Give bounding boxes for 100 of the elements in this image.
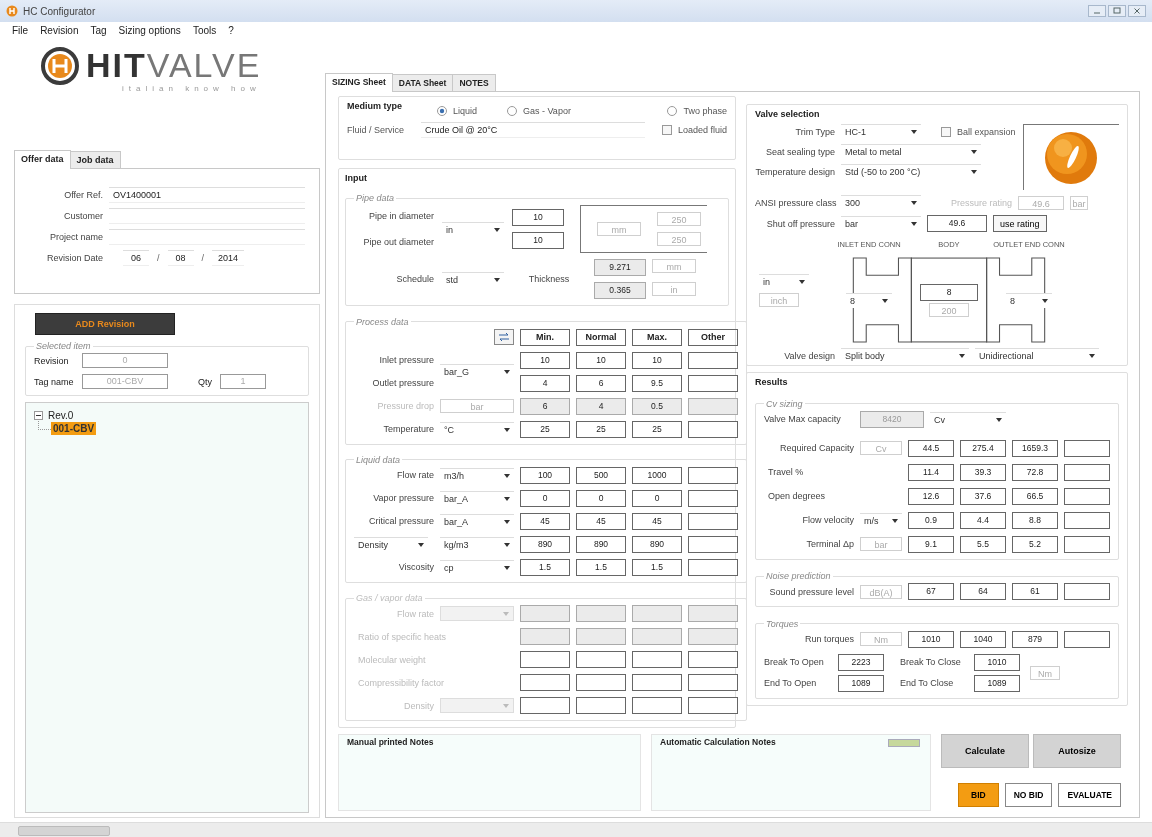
value-field[interactable]: 11.4 [908, 463, 954, 481]
value-field[interactable]: 1089 [838, 674, 884, 692]
value-field[interactable]: 45 [632, 512, 682, 530]
value-field[interactable]: 25 [576, 420, 626, 438]
radio-button[interactable]: Gas - Vapor [507, 106, 571, 116]
collapse-icon[interactable] [34, 411, 43, 420]
value-field[interactable] [688, 558, 738, 576]
value-field[interactable]: 12.6 [908, 487, 954, 505]
tab[interactable]: SIZING Sheet [325, 73, 393, 92]
value-field[interactable]: 25 [632, 420, 682, 438]
value-field[interactable]: 1010 [908, 630, 954, 648]
value-field[interactable]: 1659.3 [1012, 439, 1058, 457]
dropdown[interactable]: 8 [1006, 292, 1052, 308]
value-field[interactable]: 4 [520, 374, 570, 392]
date-field[interactable]: 06 [123, 250, 149, 266]
swap-icon[interactable] [494, 329, 514, 345]
value-field[interactable]: 500 [576, 466, 626, 484]
menu-item[interactable]: File [12, 24, 29, 36]
value-field[interactable]: 9.1 [908, 535, 954, 553]
decision-button[interactable]: BID [958, 783, 999, 807]
value-field[interactable]: 5.2 [1012, 535, 1058, 553]
checkbox[interactable]: Ball expansion [941, 126, 1016, 137]
date-field[interactable]: 2014 [212, 250, 245, 266]
value-field[interactable] [1064, 487, 1110, 505]
value-field[interactable] [688, 489, 738, 507]
decision-button[interactable]: NO BID [1004, 783, 1053, 807]
unit-dropdown[interactable]: cp [440, 559, 514, 575]
value-field[interactable] [1064, 439, 1110, 457]
tab[interactable]: NOTES [452, 74, 496, 91]
value-field[interactable]: 25 [520, 420, 570, 438]
value-field[interactable]: 66.5 [1012, 487, 1058, 505]
value-field[interactable]: 49.6 [927, 215, 987, 232]
menu-item[interactable]: Tools [192, 24, 217, 36]
unit-dropdown[interactable]: bar_A [440, 513, 514, 529]
value-field[interactable]: 6 [576, 374, 626, 392]
value-field[interactable]: 4.4 [960, 511, 1006, 529]
value-field[interactable] [688, 512, 738, 530]
value-field[interactable]: 100 [520, 466, 570, 484]
value-field[interactable]: 8.8 [1012, 511, 1058, 529]
value-field[interactable]: 1.5 [576, 558, 626, 576]
value-field[interactable]: 10 [520, 351, 570, 369]
dropdown[interactable]: 8 [846, 292, 892, 308]
value-field[interactable] [688, 466, 738, 484]
value-field[interactable]: 1040 [960, 630, 1006, 648]
value-field[interactable]: 8 [920, 283, 978, 301]
decision-button[interactable]: EVALUATE [1058, 783, 1121, 807]
value-field[interactable] [1064, 630, 1110, 648]
menu-item[interactable]: Sizing options [118, 24, 181, 36]
date-field[interactable]: 08 [167, 250, 194, 266]
value-field[interactable]: 890 [576, 535, 626, 553]
value-field[interactable] [1064, 511, 1110, 529]
value-field[interactable]: 37.6 [960, 487, 1006, 505]
dropdown[interactable]: Std (-50 to 200 °C) [841, 164, 981, 179]
value-field[interactable]: 0 [576, 489, 626, 507]
value-field[interactable]: 64 [960, 583, 1006, 601]
unit-dropdown[interactable]: bar_G [440, 364, 514, 379]
unit-dropdown[interactable]: bar_A [440, 490, 514, 506]
value-field[interactable]: 10 [512, 209, 564, 227]
value-field[interactable]: 0.9 [908, 511, 954, 529]
use-rating-button[interactable]: use rating [993, 215, 1047, 232]
value-field[interactable] [688, 420, 738, 438]
menu-item[interactable]: Revision [40, 24, 79, 36]
value-field[interactable]: 10 [632, 351, 682, 369]
value-field[interactable]: 1010 [974, 653, 1020, 671]
input-field[interactable] [109, 229, 305, 245]
value-field[interactable]: 275.4 [960, 439, 1006, 457]
value-field[interactable]: 5.5 [960, 535, 1006, 553]
value-field[interactable]: 10 [576, 351, 626, 369]
dropdown[interactable]: Density [354, 536, 428, 552]
unit-dropdown[interactable]: kg/m3 [440, 536, 514, 552]
tab[interactable]: Job data [69, 151, 121, 168]
tab[interactable]: Offer data [14, 150, 71, 169]
value-field[interactable]: 890 [520, 535, 570, 553]
value-field[interactable]: 45 [576, 512, 626, 530]
menu-item[interactable]: Tag [90, 24, 107, 36]
notes-area[interactable]: Manual printed Notes [338, 734, 641, 811]
value-field[interactable]: 0 [632, 489, 682, 507]
value-field[interactable]: 0 [520, 489, 570, 507]
radio-button[interactable]: Liquid [437, 106, 478, 116]
value-field[interactable] [688, 535, 738, 553]
value-field[interactable]: 45 [520, 512, 570, 530]
tree-item[interactable]: 001-CBV [51, 422, 97, 435]
value-field[interactable]: 39.3 [960, 463, 1006, 481]
tab[interactable]: DATA Sheet [391, 74, 454, 91]
value-field[interactable] [688, 374, 738, 392]
input-field[interactable] [109, 208, 305, 224]
value-field[interactable] [688, 351, 738, 369]
value-field[interactable]: 44.5 [908, 439, 954, 457]
add-revision-button[interactable]: ADD Revision [35, 313, 175, 335]
value-field[interactable] [1064, 535, 1110, 553]
action-button[interactable]: Autosize [1033, 734, 1121, 768]
value-field[interactable]: 1.5 [632, 558, 682, 576]
radio-button[interactable]: Two phase [667, 106, 727, 116]
checkbox[interactable]: Loaded fluid [661, 125, 727, 135]
value-field[interactable]: 879 [1012, 630, 1058, 648]
input-field[interactable]: OV1400001 [109, 187, 305, 203]
menu-item[interactable]: ? [228, 24, 234, 36]
value-field[interactable]: 1089 [974, 674, 1020, 692]
input-field[interactable]: Crude Oil @ 20°C [421, 122, 645, 138]
value-field[interactable]: 72.8 [1012, 463, 1058, 481]
